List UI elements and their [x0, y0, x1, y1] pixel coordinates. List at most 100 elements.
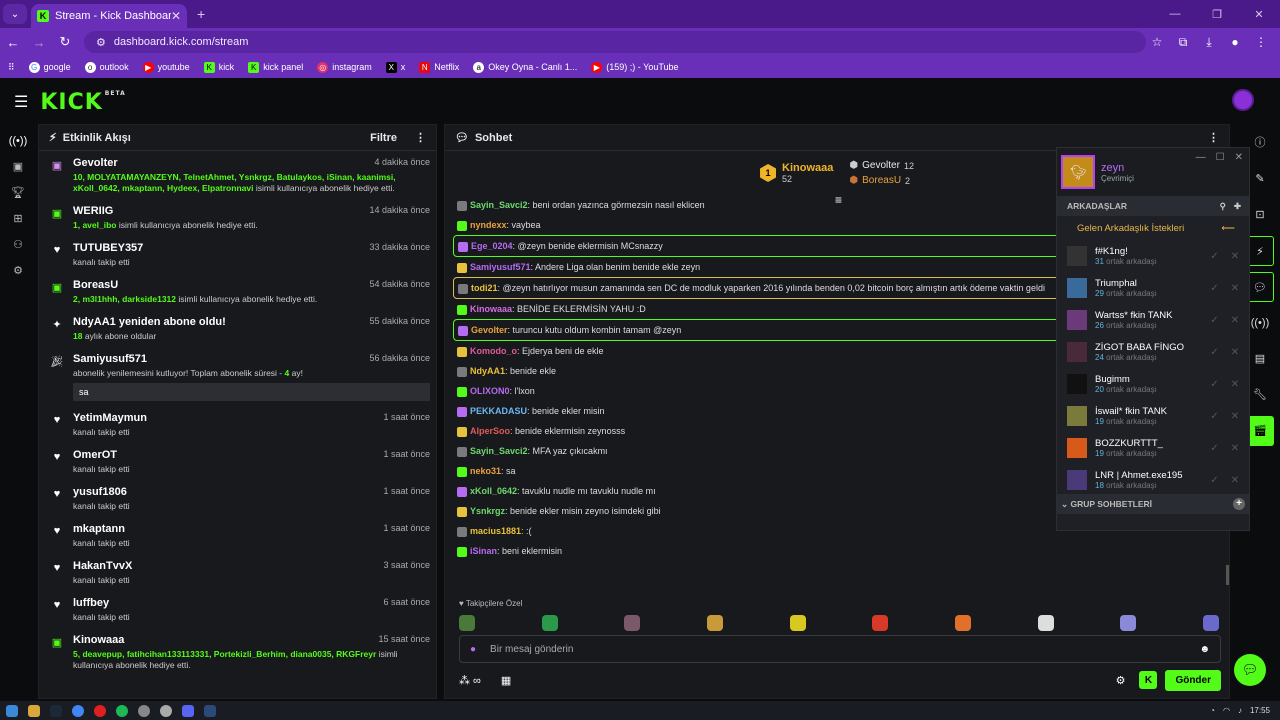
broadcast-icon[interactable]: ((•))	[0, 128, 36, 154]
activity-event[interactable]: ♥ mkaptann 1 saat önce kanalı takip etti	[39, 517, 436, 554]
search-icon[interactable]: ⚲	[1220, 201, 1226, 212]
more-options-icon[interactable]: ⋮	[415, 131, 426, 144]
friend-request-row[interactable]: ZİGOT BABA FİNGO 24 ortak arkadaşı ✓ ✕	[1057, 336, 1249, 368]
decline-icon[interactable]: ✕	[1231, 379, 1239, 390]
browser-tab[interactable]: K Stream - Kick Dashboard ✕	[31, 4, 187, 28]
file-explorer-icon[interactable]	[28, 704, 40, 717]
decline-icon[interactable]: ✕	[1231, 347, 1239, 358]
chat-mode-icon[interactable]: ⁂ ∞	[459, 674, 481, 687]
clapper-icon[interactable]: 🎬︎	[1246, 416, 1274, 446]
extensions-icon[interactable]: ⧉	[1172, 35, 1194, 50]
discord-icon[interactable]	[182, 704, 194, 717]
friend-request-row[interactable]: BOZZKURTTT_ 19 ortak arkadaşı ✓ ✕	[1057, 432, 1249, 464]
decline-icon[interactable]: ✕	[1231, 411, 1239, 422]
chat-username[interactable]: neko31	[470, 466, 501, 476]
bookmark-youtube[interactable]: ▶ youtube	[142, 61, 190, 73]
settings-gear-icon[interactable]: ⚙	[0, 258, 36, 284]
activity-event[interactable]: ▣ BoreasU 54 dakika önce 2, m3l1hhh, darksi…	[39, 273, 436, 310]
layout-icon[interactable]: ▤	[1246, 344, 1274, 374]
chat-menu-icon[interactable]: ⋮	[1208, 131, 1219, 144]
microphone-icon[interactable]: ●	[470, 644, 476, 655]
activity-event[interactable]: ♥ OmerOT 1 saat önce kanalı takip etti	[39, 443, 436, 480]
emote-icon[interactable]	[624, 615, 641, 631]
friend-requests-link[interactable]: Gelen Arkadaşlık İstekleri ⟵	[1057, 216, 1249, 240]
chat-username[interactable]: Samiyusuf571	[470, 262, 531, 272]
chat-username[interactable]: Sayin_Savci2	[470, 446, 528, 456]
accept-icon[interactable]: ✓	[1210, 283, 1218, 294]
leader-second[interactable]: ⬢ Gevolter 12	[849, 160, 914, 171]
close-tab-icon[interactable]: ✕	[171, 9, 181, 23]
maximize-icon[interactable]: ☐	[1216, 152, 1225, 163]
steam-icon[interactable]	[50, 704, 62, 717]
wrench-icon[interactable]: 🔧︎	[1246, 380, 1274, 410]
chat-username[interactable]: macius1881	[470, 526, 521, 536]
chat-username[interactable]: nyndexx	[470, 220, 507, 230]
emote-icon[interactable]	[1120, 615, 1137, 631]
capture-icon[interactable]: ⊡	[1246, 200, 1274, 230]
add-friend-icon[interactable]: ✚	[1234, 201, 1241, 212]
leader-first[interactable]: 1 Kinowaaa 52	[760, 162, 833, 184]
bookmark-google[interactable]: Ggoogle	[28, 61, 71, 73]
activity-event[interactable]: ▣ Gevolter 4 dakika önce 10, MOLYATAMAYANZE…	[39, 151, 436, 199]
close-icon[interactable]: ✕	[1235, 152, 1243, 163]
activity-event[interactable]: ♥ HakanTvvX 3 saat önce kanalı takip etti	[39, 554, 436, 591]
friend-request-row[interactable]: Wartss* fkin TANK 26 ortak arkadaşı ✓ ✕	[1057, 304, 1249, 336]
chat-message[interactable]: iSinan: beni eklermisin	[453, 541, 1221, 561]
bookmark-x[interactable]: Xx	[385, 61, 405, 73]
tray-icon[interactable]: ◔	[1210, 706, 1215, 715]
accept-icon[interactable]: ✓	[1210, 315, 1218, 326]
kick-logo[interactable]: KICK BETA	[40, 90, 125, 115]
friend-request-row[interactable]: İswail* fkin TANK 19 ortak arkadaşı ✓ ✕	[1057, 400, 1249, 432]
chrome-icon[interactable]	[72, 704, 84, 717]
new-tab-button[interactable]: +	[197, 6, 205, 22]
emote-icon[interactable]	[872, 615, 889, 631]
back-button[interactable]: ←	[0, 35, 26, 50]
chat-username[interactable]: iSinan	[470, 546, 497, 556]
activity-event[interactable]: ▣ Kinowaaa 15 saat önce 5, deavepup, fatihc…	[39, 628, 436, 676]
activity-event[interactable]: 🎉︎ Samiyusuf571 56 dakika önce abonelik yen…	[39, 347, 436, 406]
chat-settings-icon[interactable]: ⚙	[1116, 674, 1126, 687]
friend-request-row[interactable]: f#K1ng! 31 ortak arkadaşı ✓ ✕	[1057, 240, 1249, 272]
activity-event[interactable]: ♥ luffbey 6 saat önce kanalı takip etti	[39, 591, 436, 628]
chat-username[interactable]: Gevolter	[471, 325, 508, 335]
bookmark-instagram[interactable]: ◎ instagram	[317, 61, 372, 73]
support-chat-button[interactable]: 💬︎	[1234, 654, 1266, 686]
hamburger-menu-icon[interactable]: ☰	[14, 92, 28, 112]
url-field[interactable]: ⚙ dashboard.kick.com/stream	[84, 31, 1146, 53]
activity-event[interactable]: ▣ WERIIG 14 dakika önce 1, avel_ibo isimli …	[39, 199, 436, 236]
decline-icon[interactable]: ✕	[1231, 443, 1239, 454]
emote-icon[interactable]	[1037, 615, 1054, 631]
edit-icon[interactable]: ✎	[1246, 164, 1274, 194]
decline-icon[interactable]: ✕	[1231, 315, 1239, 326]
app-icon[interactable]	[160, 704, 172, 717]
chat-username[interactable]: xKoll_0642	[470, 486, 517, 496]
store-icon[interactable]: ▦	[501, 674, 511, 687]
chat-username[interactable]: PEKKADASU	[470, 406, 527, 416]
emote-icon[interactable]	[459, 615, 475, 631]
activity-event[interactable]: ✦ NdyAA1 yeniden abone oldu! 55 dakika önc…	[39, 310, 436, 347]
bot-icon[interactable]: ⊞	[0, 206, 36, 232]
send-button[interactable]: Gönder	[1165, 669, 1221, 691]
chat-username[interactable]: Ysnkrgz	[470, 506, 505, 516]
accept-icon[interactable]: ✓	[1210, 379, 1218, 390]
clock[interactable]: 17:55	[1250, 706, 1270, 715]
decline-icon[interactable]: ✕	[1231, 283, 1239, 294]
friend-request-row[interactable]: LNR | Ahmet.exe195 18 ortak arkadaşı ✓ ✕	[1057, 464, 1249, 496]
chat-username[interactable]: todi21	[471, 283, 498, 293]
profile-icon[interactable]: ●	[1224, 35, 1246, 50]
dashboard-icon[interactable]: ▣	[0, 154, 36, 180]
activity-event[interactable]: ♥ YetimMaymun 1 saat önce kanalı takip etti	[39, 406, 436, 443]
bookmark-youtube-2[interactable]: ▶ (159) ;) - YouTube	[591, 61, 679, 73]
chat-message-input[interactable]: ● Bir mesaj gönderin ☻	[459, 635, 1221, 663]
info-icon[interactable]: ⓘ	[1246, 128, 1274, 158]
apps-grid-icon[interactable]: ⠿	[8, 62, 15, 73]
stream-icon[interactable]: ((•))	[1246, 308, 1274, 338]
accept-icon[interactable]: ✓	[1210, 411, 1218, 422]
bookmark-outlook[interactable]: o outlook	[84, 61, 129, 73]
filter-button[interactable]: Filtre	[370, 132, 397, 144]
emoji-icon[interactable]: ☻	[1199, 644, 1210, 655]
bookmark-kick-panel[interactable]: Kkick panel	[248, 61, 303, 73]
restore-window-button[interactable]: ❐	[1196, 8, 1238, 21]
emote-icon[interactable]	[1202, 615, 1219, 631]
start-icon[interactable]	[6, 704, 18, 717]
